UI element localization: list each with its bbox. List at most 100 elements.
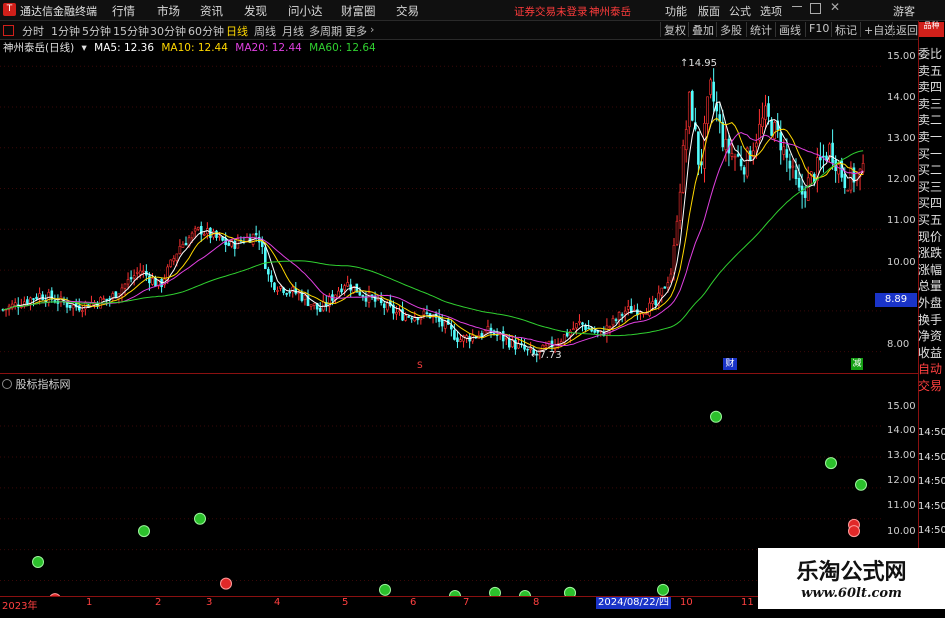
- menu-item-layout[interactable]: 版面: [698, 3, 720, 19]
- trade-time-3: 14:50: [918, 500, 945, 512]
- quote-field-11[interactable]: 现价: [918, 229, 945, 246]
- candle-body: [367, 292, 371, 303]
- x-tick-label: 2023年: [2, 601, 38, 612]
- tool-stats-button[interactable]: 统计: [746, 22, 772, 37]
- period-tab-1min[interactable]: 1分钟: [51, 23, 80, 39]
- candle-body: [617, 311, 621, 320]
- green-signal-dot: [138, 525, 150, 538]
- x-tick-label: 8: [533, 597, 540, 608]
- menu-item-ask[interactable]: 问小达: [288, 3, 323, 19]
- indicator-scatter-chart[interactable]: [0, 390, 884, 596]
- candle-body: [611, 318, 615, 326]
- candle-body: [736, 154, 740, 157]
- quote-field-2[interactable]: 卖四: [918, 79, 945, 96]
- tool-draw-button[interactable]: 画线: [775, 22, 801, 37]
- finance-marker-icon[interactable]: 财: [723, 358, 737, 370]
- menu-item-options[interactable]: 选项: [760, 3, 782, 19]
- candle-body: [755, 142, 758, 148]
- menu-item-trade[interactable]: 交易: [396, 3, 419, 19]
- candle-body: [797, 177, 801, 188]
- candle-body: [843, 173, 847, 189]
- period-tab-multi[interactable]: 多周期: [309, 23, 342, 39]
- guest-label[interactable]: 游客: [893, 3, 915, 19]
- minimize-icon[interactable]: [792, 6, 802, 7]
- quote-field-10[interactable]: 买五: [918, 212, 945, 229]
- quote-field-8[interactable]: 买三: [918, 179, 945, 196]
- quote-field-20[interactable]: 交易: [918, 378, 945, 395]
- green-signal-dot: [825, 457, 837, 470]
- candle-body: [779, 132, 783, 151]
- menu-item-formula[interactable]: 公式: [729, 3, 751, 19]
- menu-item-wealth[interactable]: 财富圈: [341, 3, 376, 19]
- candle-body: [425, 312, 429, 314]
- quote-field-3[interactable]: 卖三: [918, 96, 945, 113]
- candle-body: [788, 160, 792, 169]
- candle-body: [135, 271, 139, 274]
- s-marker-icon[interactable]: S: [417, 361, 423, 371]
- candle-body: [480, 333, 484, 337]
- candle-body: [26, 299, 29, 304]
- candle-body: [297, 292, 301, 295]
- quote-field-16[interactable]: 换手: [918, 312, 945, 329]
- candle-body: [193, 228, 197, 232]
- candle-body: [663, 286, 667, 289]
- quote-field-19[interactable]: 自动: [918, 361, 945, 378]
- quote-field-17[interactable]: 净资: [918, 328, 945, 345]
- candle-body: [13, 302, 17, 306]
- quote-field-4[interactable]: 卖二: [918, 112, 945, 129]
- close-icon[interactable]: ✕: [830, 0, 840, 14]
- quote-field-15[interactable]: 外盘: [918, 295, 945, 312]
- restore-icon[interactable]: [810, 3, 821, 14]
- tool-mark-button[interactable]: 标记: [831, 22, 857, 37]
- tool-add-watchlist-button[interactable]: +自选: [860, 22, 895, 37]
- lower-y-tick-label: 14.00: [887, 425, 916, 436]
- period-tab-daily[interactable]: 日线: [226, 23, 248, 39]
- stock-name-notice: 神州泰岳: [589, 6, 631, 18]
- candle-body: [831, 142, 834, 164]
- period-tab-30min[interactable]: 30分钟: [150, 23, 186, 39]
- period-tab-15min[interactable]: 15分钟: [113, 23, 149, 39]
- period-tab-monthly[interactable]: 月线: [282, 23, 304, 39]
- candle-body: [276, 290, 279, 292]
- tool-overlay-button[interactable]: 叠加: [688, 22, 714, 37]
- quote-field-13[interactable]: 涨幅: [918, 262, 945, 279]
- period-tab-5min[interactable]: 5分钟: [82, 23, 111, 39]
- product-icon[interactable]: 品种: [919, 22, 944, 37]
- candlestick-chart[interactable]: [0, 54, 884, 372]
- chevron-right-icon[interactable]: ›: [370, 23, 374, 36]
- period-tab-60min[interactable]: 60分钟: [188, 23, 224, 39]
- quote-field-14[interactable]: 总量: [918, 278, 945, 295]
- grid-icon[interactable]: [3, 25, 14, 36]
- tool-f10-button[interactable]: F10: [805, 22, 829, 37]
- ma-dropdown-icon[interactable]: ▾: [82, 42, 87, 54]
- quote-field-9[interactable]: 买四: [918, 195, 945, 212]
- quote-field-5[interactable]: 卖一: [918, 129, 945, 146]
- tool-multistock-button[interactable]: 多股: [716, 22, 742, 37]
- quote-field-18[interactable]: 收益: [918, 345, 945, 362]
- quote-field-6[interactable]: 买一: [918, 146, 945, 163]
- lower-y-tick-label: 10.00: [887, 526, 916, 537]
- reduce-marker-icon[interactable]: 减: [851, 358, 863, 370]
- green-signal-dot: [489, 586, 501, 596]
- menu-item-market[interactable]: 行情: [112, 3, 135, 19]
- quote-field-7[interactable]: 买二: [918, 162, 945, 179]
- candle-body: [102, 298, 105, 300]
- login-notice[interactable]: 证券交易未登录: [514, 4, 588, 19]
- lower-y-tick-label: 15.00: [887, 401, 916, 412]
- quote-field-1[interactable]: 卖五: [918, 63, 945, 80]
- tool-adjust-button[interactable]: 复权: [660, 22, 686, 37]
- quote-field-12[interactable]: 涨跌: [918, 245, 945, 262]
- candle-body: [407, 316, 410, 318]
- tool-back-button[interactable]: 返回: [892, 22, 918, 37]
- menu-item-exchange[interactable]: 市场: [157, 3, 180, 19]
- indicator-dropdown-icon[interactable]: [2, 379, 12, 389]
- period-tab-more[interactable]: 更多: [345, 23, 367, 39]
- period-tab-timeshare[interactable]: 分时: [22, 23, 44, 39]
- x-tick-label: 1: [86, 597, 93, 608]
- candle-body: [819, 156, 822, 161]
- quote-field-0[interactable]: 委比: [918, 46, 945, 63]
- menu-item-news[interactable]: 资讯: [200, 3, 223, 19]
- period-tab-weekly[interactable]: 周线: [254, 23, 276, 39]
- menu-item-function[interactable]: 功能: [665, 3, 687, 19]
- menu-item-discover[interactable]: 发现: [244, 3, 267, 19]
